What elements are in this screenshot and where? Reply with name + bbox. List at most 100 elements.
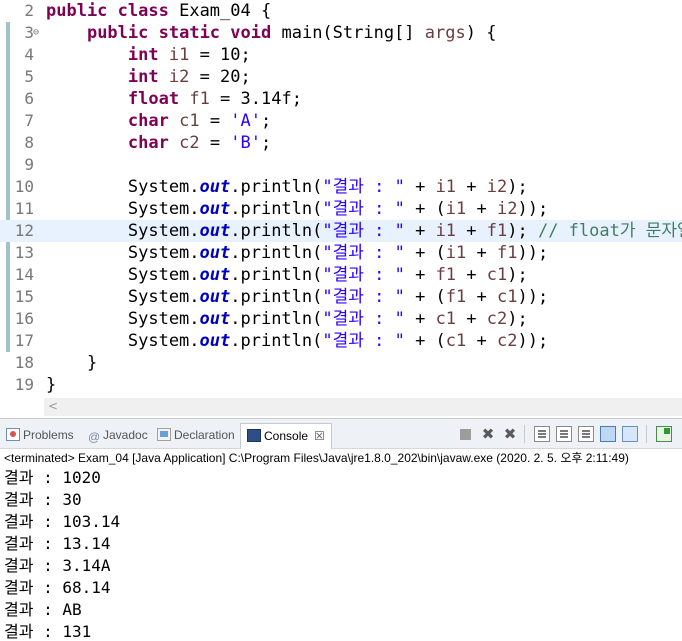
code-token: i1 xyxy=(168,45,190,65)
code-token: "결과 : " xyxy=(322,177,405,197)
tab-console[interactable]: Console ☒ xyxy=(240,423,332,449)
code-editor[interactable]: 2 public class Exam_04 {3 ⊖ public static … xyxy=(0,0,682,418)
show-console-on-output-icon[interactable] xyxy=(600,426,616,442)
close-tab-icon[interactable]: ☒ xyxy=(314,429,325,443)
code-token: c1 xyxy=(179,111,200,131)
horizontal-scrollbar[interactable]: < xyxy=(44,398,682,416)
code-line[interactable]: 4 int i1 = 10; xyxy=(0,44,682,66)
code-token: args xyxy=(424,23,466,43)
code-text: System.out.println("결과 : " + (i1 + i2)); xyxy=(46,198,548,220)
code-token: System. xyxy=(46,221,200,241)
code-token: System. xyxy=(46,309,200,329)
console-output-line: 결과 : AB xyxy=(4,600,82,619)
tab-javadoc[interactable]: @ Javadoc xyxy=(88,424,148,446)
fold-toggle-icon[interactable]: ⊖ xyxy=(33,22,39,44)
code-token: c2 xyxy=(486,309,508,329)
code-line[interactable]: 2 public class Exam_04 { xyxy=(0,0,682,22)
code-line[interactable]: 19} xyxy=(0,374,682,396)
code-token: "결과 : " xyxy=(322,221,405,241)
code-token: ); xyxy=(507,265,528,285)
code-text: public static void main(String[] args) { xyxy=(46,22,497,44)
line-number: 16 xyxy=(14,309,34,328)
code-token: public xyxy=(46,1,108,21)
open-console-icon[interactable] xyxy=(656,426,672,442)
code-token: + xyxy=(466,287,497,307)
code-token: c1 xyxy=(486,265,508,285)
code-token: .println( xyxy=(230,309,323,329)
code-token: public xyxy=(86,23,149,43)
code-token: f1 xyxy=(435,265,457,285)
code-token: c2 xyxy=(497,331,518,351)
code-line[interactable]: 9 xyxy=(0,154,682,176)
code-line[interactable]: 11 System.out.println("결과 : " + (i1 + i2… xyxy=(0,198,682,220)
code-text: char c2 = 'B'; xyxy=(46,132,271,154)
word-wrap-icon[interactable] xyxy=(578,426,594,442)
code-text: System.out.println("결과 : " + f1 + c1); xyxy=(46,264,528,286)
code-token: "결과 : " xyxy=(322,243,405,263)
tab-declaration[interactable]: Declaration xyxy=(157,424,235,446)
code-token: System. xyxy=(46,331,200,351)
code-token: ); xyxy=(507,221,538,241)
code-line[interactable]: 13 System.out.println("결과 : " + (i1 + f1… xyxy=(0,242,682,264)
code-line[interactable]: 6 float f1 = 3.14f; xyxy=(0,88,682,110)
line-number: 10 xyxy=(14,177,34,196)
scroll-left-arrow-icon[interactable]: < xyxy=(48,399,58,413)
console-output[interactable]: 결과 : 1020 결과 : 30 결과 : 103.14 결과 : 13.14 결과 … xyxy=(4,467,120,641)
code-line[interactable]: 5 int i2 = 20; xyxy=(0,66,682,88)
code-token: c1 xyxy=(445,331,467,351)
code-line[interactable]: 16 System.out.println("결과 : " + c1 + c2)… xyxy=(0,308,682,330)
clear-console-icon[interactable] xyxy=(534,426,550,442)
code-text: char c1 = 'A'; xyxy=(46,110,271,132)
code-text: } xyxy=(46,374,56,396)
remove-all-terminated-icon[interactable]: ✖ xyxy=(502,426,518,442)
code-token: "결과 : " xyxy=(322,265,405,285)
pin-console-icon[interactable] xyxy=(622,426,638,442)
code-token: // float가 문자열로 xyxy=(537,221,682,241)
code-token: .println( xyxy=(230,287,323,307)
code-line[interactable]: 14 System.out.println("결과 : " + f1 + c1)… xyxy=(0,264,682,286)
code-token: .println( xyxy=(230,331,323,351)
code-line[interactable]: 15 System.out.println("결과 : " + (f1 + c1… xyxy=(0,286,682,308)
terminate-icon[interactable] xyxy=(460,429,471,440)
code-token: + xyxy=(456,221,487,241)
console-output-line: 결과 : 13.14 xyxy=(4,534,111,553)
code-token: main(String[] xyxy=(271,23,425,43)
code-token: )); xyxy=(517,287,549,307)
code-text: System.out.println("결과 : " + (c1 + c2)); xyxy=(46,330,548,352)
tab-problems[interactable]: Problems xyxy=(6,424,74,446)
code-token: + ( xyxy=(404,243,446,263)
code-line[interactable]: 18 } xyxy=(0,352,682,374)
line-number: 15 xyxy=(14,287,34,306)
code-token: + ( xyxy=(404,287,446,307)
line-number: 13 xyxy=(14,243,34,262)
code-token: f1 xyxy=(189,89,210,109)
code-token: int xyxy=(127,67,159,87)
code-line[interactable]: 17 System.out.println("결과 : " + (c1 + c2… xyxy=(0,330,682,352)
code-token: .println( xyxy=(230,177,323,197)
code-token: .println( xyxy=(230,265,323,285)
code-line[interactable]: 8 char c2 = 'B'; xyxy=(0,132,682,154)
scroll-lock-icon[interactable] xyxy=(556,426,572,442)
tab-console-label: Console xyxy=(264,429,309,443)
line-number: 6 xyxy=(24,89,34,108)
code-token: = 10; xyxy=(189,45,251,65)
remove-launch-icon[interactable]: ✖ xyxy=(480,426,496,442)
code-token: + xyxy=(404,177,436,197)
code-line[interactable]: 3 ⊖ public static void main(String[] args… xyxy=(0,22,682,44)
code-token: = 3.14f; xyxy=(209,89,302,109)
code-token: c1 xyxy=(497,287,518,307)
code-line[interactable]: 10 System.out.println("결과 : " + i1 + i2)… xyxy=(0,176,682,198)
code-line[interactable]: 12 System.out.println("결과 : " + i1 + f1)… xyxy=(0,220,682,242)
code-token: "결과 : " xyxy=(322,199,405,219)
console-output-line: 결과 : 3.14A xyxy=(4,556,111,575)
code-token: c1 xyxy=(435,309,457,329)
code-line[interactable]: 7 char c1 = 'A'; xyxy=(0,110,682,132)
console-output-line: 결과 : 1020 xyxy=(4,468,101,487)
code-token: char xyxy=(127,111,169,131)
code-token: )); xyxy=(517,331,549,351)
